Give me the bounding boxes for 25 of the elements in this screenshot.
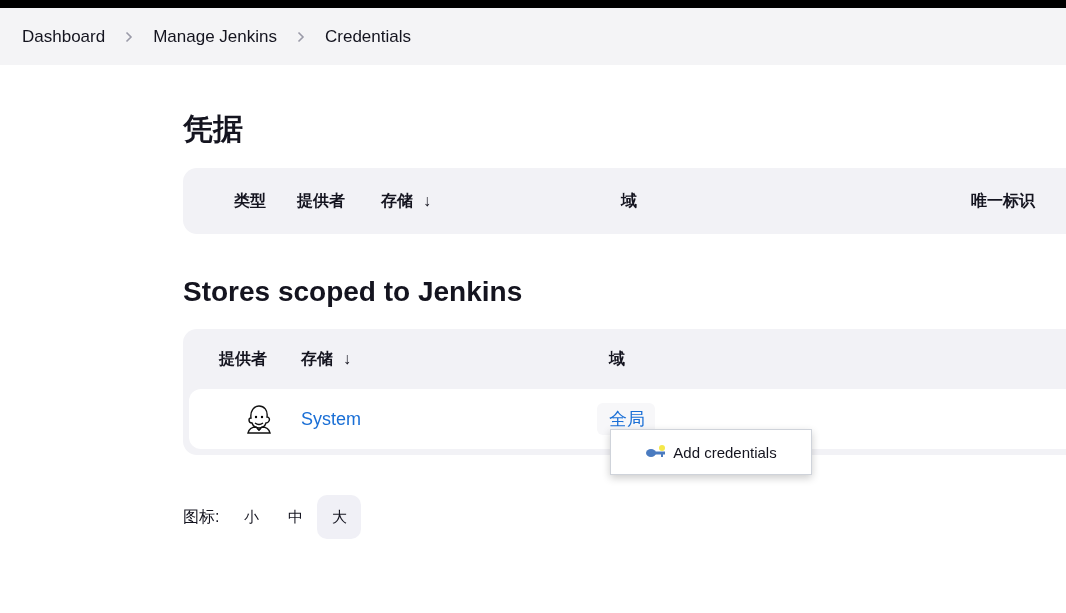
- column-header[interactable]: 唯一标识: [971, 190, 1035, 212]
- column-header[interactable]: 域: [621, 190, 637, 212]
- column-header[interactable]: 提供者: [219, 348, 267, 370]
- column-header[interactable]: 域: [609, 348, 625, 370]
- column-header[interactable]: 提供者: [297, 190, 345, 212]
- breadcrumb-link[interactable]: Dashboard: [22, 26, 106, 47]
- chevron-icon: [125, 30, 134, 43]
- page-title: 凭据: [183, 111, 244, 147]
- sort-arrow[interactable]: ↓: [343, 350, 351, 368]
- icon-size-button[interactable]: 大: [317, 495, 362, 539]
- icon-size-button[interactable]: 小: [229, 495, 274, 539]
- butler-icon: [245, 404, 273, 434]
- chevron-icon: [297, 30, 305, 43]
- column-header[interactable]: 类型: [234, 190, 266, 212]
- icon-size-button[interactable]: 中: [273, 495, 318, 539]
- icon-size-label: 图标:: [183, 506, 220, 527]
- menu-item[interactable]: Add credentials: [645, 443, 777, 461]
- section-heading: Stores scoped to Jenkins: [183, 275, 524, 309]
- column-header[interactable]: 存储: [301, 348, 333, 370]
- column-header[interactable]: 存储: [381, 190, 413, 212]
- key-icon: [645, 444, 668, 460]
- store-link[interactable]: System: [301, 408, 361, 430]
- breadcrumb-link[interactable]: Credentials: [325, 26, 411, 47]
- sort-arrow[interactable]: ↓: [423, 192, 431, 210]
- breadcrumb-link[interactable]: Manage Jenkins: [153, 26, 277, 47]
